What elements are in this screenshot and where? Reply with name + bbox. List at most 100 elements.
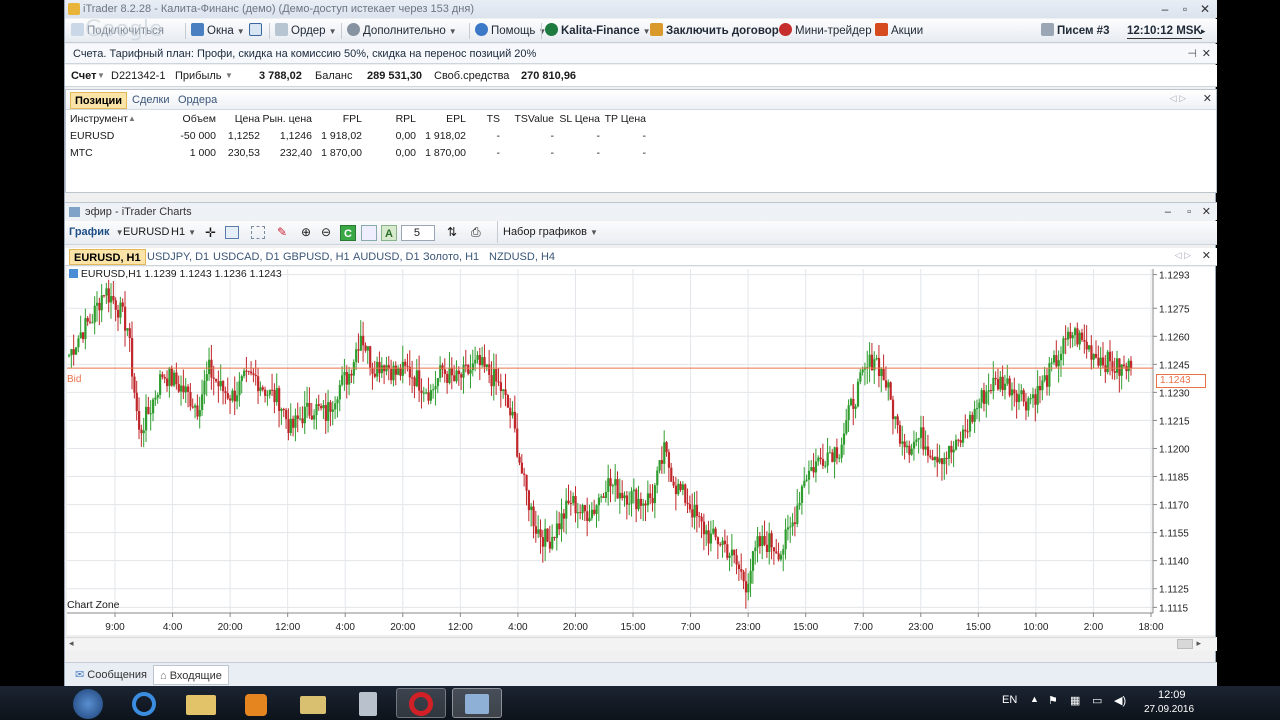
minimize-icon[interactable]: ‒ [1155, 0, 1175, 18]
start-button[interactable] [64, 688, 112, 719]
zoom-in-icon[interactable]: ⊕ [301, 225, 311, 239]
scroll-left-icon[interactable]: ◂ [69, 638, 74, 649]
chart-scrollbar[interactable]: ◂ ▸ [65, 637, 1217, 651]
scroll-right-icon[interactable]: ▸ [1196, 638, 1201, 649]
grid-icon[interactable] [251, 226, 265, 239]
close-icon[interactable]: ✕ [1202, 44, 1211, 64]
extra-menu[interactable]: Дополнительно ▼ [347, 23, 457, 39]
close-icon[interactable]: ✕ [1203, 92, 1212, 105]
zoom-out-icon[interactable]: ⊖ [321, 225, 331, 239]
column-header[interactable]: Объем [176, 111, 216, 127]
column-header[interactable]: TP Цена [602, 111, 646, 127]
tab-eurusd-h1[interactable]: EURUSD, H1 [69, 249, 146, 265]
candle-body [810, 467, 813, 471]
tab-scroll-icon[interactable]: ◁ ▷ [1175, 250, 1191, 261]
mail-client-icon[interactable] [288, 688, 338, 718]
kalita-finance-menu[interactable]: Kalita-Finance ▼ [545, 23, 651, 39]
y-tick-label: 1.1293 [1159, 271, 1190, 282]
opera-icon[interactable] [396, 688, 446, 718]
close-icon[interactable]: ✕ [1202, 203, 1211, 221]
timeframe-selector[interactable]: H1 ▼ [171, 226, 196, 238]
clock-date[interactable]: 27.09.2016 [1144, 704, 1194, 715]
tab-nzdusd-h4[interactable]: NZDUSD, H4 [485, 249, 559, 265]
candle-body [567, 500, 570, 504]
column-header[interactable]: EPL [422, 111, 466, 127]
candlestick-chart[interactable]: 1.1293 1.1275 1.1260 1.1245 1.1230 1.1215 1.12… [67, 267, 1215, 635]
column-header[interactable]: Цена [226, 111, 260, 127]
tray-display-icon[interactable]: ▭ [1092, 694, 1102, 707]
maximize-icon[interactable]: ▫ [1175, 0, 1195, 18]
tab-orders[interactable]: Ордера [174, 92, 221, 109]
candle-body [1078, 332, 1081, 345]
scroll-thumb[interactable] [1177, 639, 1193, 649]
close-icon[interactable]: ✕ [1195, 0, 1215, 18]
candle-body [630, 491, 633, 504]
help-menu[interactable]: Помощь ▼ [475, 23, 546, 39]
order-menu[interactable]: Ордер ▼ [275, 23, 337, 39]
price-chart[interactable]: 1.1293 1.1275 1.1260 1.1245 1.1230 1.1215 1.12… [67, 267, 1215, 635]
candle-body [583, 505, 587, 512]
tab-messages[interactable]: ✉ Сообщения [69, 665, 153, 685]
tab-usdcad-d1[interactable]: USDCAD, D1 [209, 249, 284, 265]
toolbar-overflow-icon[interactable]: ▸ [1201, 23, 1206, 39]
tab-gbpusd-h1[interactable]: GBPUSD, H1 [279, 249, 354, 265]
chart-sets-menu[interactable]: Набор графиков ▼ [503, 226, 598, 238]
tray-expand-icon[interactable]: ▲ [1030, 694, 1039, 704]
media-player-icon[interactable] [232, 688, 282, 718]
chart-menu[interactable]: График ▼ [69, 226, 124, 238]
table-row[interactable]: MTC 1 000 230,53 232,40 1 870,00 0,00 1 … [66, 145, 1216, 161]
tab-gold-h1[interactable]: Золото, H1 [419, 249, 483, 265]
pin-icon[interactable]: ⊣ [1187, 44, 1197, 64]
windows-menu[interactable]: Окна ▼ [191, 23, 245, 39]
account-id[interactable]: D221342-1 [111, 65, 165, 87]
tab-audusd-d1[interactable]: AUDUSD, D1 [349, 249, 424, 265]
contract-button[interactable]: Заключить договор [650, 23, 779, 39]
scroll-left-icon[interactable]: ◁ ▷ [1170, 93, 1186, 104]
chevron-down-icon[interactable]: ▼ [225, 65, 233, 87]
candle-body [968, 414, 972, 432]
tab-inbox[interactable]: ⌂ Входящие [153, 665, 229, 685]
column-header[interactable]: RPL [372, 111, 416, 127]
maximize-icon[interactable]: ▫ [1187, 203, 1191, 221]
tab-deals[interactable]: Сделки [128, 92, 174, 109]
table-row[interactable]: EURUSD -50 000 1,1252 1,1246 1 918,02 0,… [66, 128, 1216, 144]
eraser-icon[interactable]: ✎ [277, 225, 287, 239]
column-header[interactable]: TSValue [512, 111, 555, 127]
language-indicator[interactable]: EN [1002, 694, 1017, 706]
column-header[interactable]: Инструмент [70, 111, 128, 127]
shift-spinner[interactable]: 5 [401, 225, 435, 241]
chart-type-icon[interactable] [225, 226, 239, 239]
print-icon[interactable]: ⎙ [471, 225, 481, 240]
candles-mode-icon[interactable]: C [340, 225, 356, 241]
profit-label[interactable]: Прибыль [175, 65, 222, 87]
internet-explorer-icon[interactable] [120, 688, 170, 718]
column-header[interactable]: FPL [322, 111, 362, 127]
crosshair-icon[interactable]: ✛ [205, 225, 216, 241]
chevron-down-icon[interactable]: ▼ [97, 65, 105, 87]
file-explorer-icon[interactable] [176, 688, 226, 718]
tab-usdjpy-d1[interactable]: USDJPY, D1 [143, 249, 213, 265]
volume-icon[interactable]: ◀) [1114, 694, 1126, 707]
tab-positions[interactable]: Позиции [70, 92, 127, 109]
chart-button[interactable] [249, 23, 265, 39]
indicators-icon[interactable]: ⇅ [447, 225, 457, 239]
bars-mode-icon[interactable] [361, 225, 377, 241]
symbol-selector[interactable]: EURUSD [123, 226, 169, 238]
tray-network-icon[interactable]: ▦ [1070, 694, 1080, 707]
close-icon[interactable]: ✕ [1202, 249, 1211, 262]
auto-scale-icon[interactable]: A [381, 225, 397, 241]
column-header[interactable]: Рын. цена [260, 111, 312, 127]
mini-trader-button[interactable]: Мини-трейдер [779, 23, 872, 39]
tray-flag-icon[interactable]: ⚑ [1048, 694, 1058, 707]
messages-button[interactable]: Писем #3 [1041, 23, 1109, 39]
candle-body [856, 381, 860, 407]
candle-body [537, 529, 540, 534]
itrader-taskbar-icon[interactable] [452, 688, 502, 718]
calculator-icon[interactable] [344, 688, 394, 718]
clock-time[interactable]: 12:09 [1158, 689, 1186, 701]
stocks-button[interactable]: Акции [875, 23, 923, 39]
minimize-icon[interactable]: ‒ [1165, 203, 1171, 221]
candle-body [574, 496, 577, 514]
column-header[interactable]: TS [474, 111, 500, 127]
column-header[interactable]: SL Цена [556, 111, 600, 127]
